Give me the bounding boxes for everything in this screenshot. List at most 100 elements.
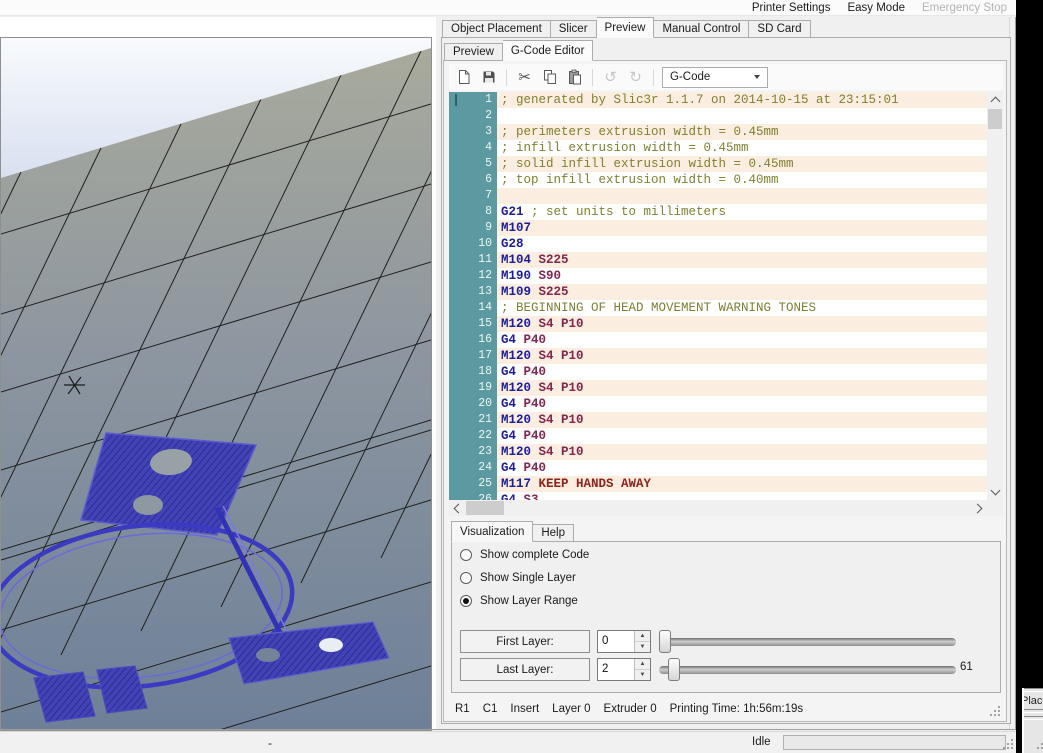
window-bottom-highlight	[0, 731, 1016, 732]
undo-button[interactable]: ↺	[599, 66, 622, 88]
first-layer-slider[interactable]	[659, 630, 956, 653]
background-window-edge	[1024, 716, 1043, 720]
background-window-fragment[interactable]: Place	[1022, 688, 1043, 753]
panel-resize-grip[interactable]	[989, 705, 1001, 717]
status-segment: C1	[483, 703, 498, 715]
first-layer-spin-buttons: ▲ ▼	[634, 631, 650, 652]
code-line-23[interactable]: 23M120 S4 P10	[449, 444, 987, 460]
spin-down-icon[interactable]: ▼	[635, 670, 650, 680]
code-line-7[interactable]: 7	[449, 188, 987, 204]
code-line-16[interactable]: 16G4 P40	[449, 332, 987, 348]
subtab-g-code-editor[interactable]: G-Code Editor	[503, 40, 594, 61]
first-layer-spinner[interactable]: 0 ▲ ▼	[597, 630, 651, 653]
editor-toolbar: ✂ ↺ ↻ G-Code	[449, 64, 1003, 90]
gcode-mode-select[interactable]: G-Code	[662, 67, 768, 88]
3d-viewport[interactable]	[0, 37, 432, 731]
code-line-13[interactable]: 13M109 S225	[449, 284, 987, 300]
line-number: 16	[449, 332, 497, 348]
tab-sd-card[interactable]: SD Card	[749, 20, 810, 38]
code-line-12[interactable]: 12M190 S90	[449, 268, 987, 284]
code-line-15[interactable]: 15M120 S4 P10	[449, 316, 987, 332]
save-button[interactable]	[477, 66, 500, 88]
line-number: 21	[449, 412, 497, 428]
subtab-preview[interactable]: Preview	[444, 43, 503, 61]
spin-down-icon[interactable]: ▼	[635, 642, 650, 652]
code-line-14[interactable]: 14; BEGINNING OF HEAD MOVEMENT WARNING T…	[449, 300, 987, 316]
first-layer-button[interactable]: First Layer:	[460, 630, 590, 653]
code-line-5[interactable]: 5; solid infill extrusion width = 0.45mm	[449, 156, 987, 172]
radio-option-show-layer-range[interactable]: Show Layer Range	[460, 595, 578, 607]
code-line-6[interactable]: 6; top infill extrusion width = 0.40mm	[449, 172, 987, 188]
code-line-26[interactable]: 26G4 S3	[449, 492, 987, 500]
status-bar-dash: -	[268, 736, 272, 750]
status-segment: Insert	[510, 703, 539, 715]
code-line-11[interactable]: 11M104 S225	[449, 252, 987, 268]
toolbar-separator	[592, 69, 593, 86]
scroll-right-button[interactable]	[971, 500, 987, 516]
code-text: ; perimeters extrusion width = 0.45mm	[497, 124, 987, 140]
scroll-up-button[interactable]	[987, 92, 1003, 108]
code-line-8[interactable]: 8G21 ; set units to millimeters	[449, 204, 987, 220]
tab-object-placement[interactable]: Object Placement	[442, 20, 551, 38]
menu-item-easy-mode[interactable]: Easy Mode	[847, 2, 905, 14]
code-text: G4 S3	[497, 492, 987, 500]
code-text: G21 ; set units to millimeters	[497, 204, 987, 220]
code-line-18[interactable]: 18G4 P40	[449, 364, 987, 380]
viztab-visualization[interactable]: Visualization	[451, 521, 533, 542]
code-line-25[interactable]: 25M117 KEEP HANDS AWAY	[449, 476, 987, 492]
code-line-4[interactable]: 4; infill extrusion width = 0.45mm	[449, 140, 987, 156]
last-layer-button[interactable]: Last Layer:	[460, 658, 590, 681]
code-line-24[interactable]: 24G4 P40	[449, 460, 987, 476]
line-number: 20	[449, 396, 497, 412]
new-file-button[interactable]	[452, 66, 475, 88]
horizontal-scrollbar[interactable]	[449, 500, 987, 516]
code-line-3[interactable]: 3; perimeters extrusion width = 0.45mm	[449, 124, 987, 140]
horizontal-scroll-thumb[interactable]	[466, 501, 504, 515]
last-layer-slider[interactable]	[659, 658, 956, 681]
radio-button[interactable]	[460, 572, 472, 584]
code-line-22[interactable]: 22G4 P40	[449, 428, 987, 444]
radio-button[interactable]	[460, 549, 472, 561]
code-line-10[interactable]: 10G28	[449, 236, 987, 252]
code-rows[interactable]: 1; generated by Slic3r 1.1.7 on 2014-10-…	[449, 92, 987, 500]
menu-item-printer-settings[interactable]: Printer Settings	[752, 2, 831, 14]
scroll-left-button[interactable]	[449, 500, 465, 516]
paste-button[interactable]	[563, 66, 586, 88]
vertical-scroll-thumb[interactable]	[988, 109, 1002, 129]
radio-option-show-single-layer[interactable]: Show Single Layer	[460, 572, 576, 584]
viztab-help[interactable]: Help	[533, 524, 574, 542]
cut-button[interactable]: ✂	[513, 66, 536, 88]
first-layer-label: First Layer:	[496, 636, 554, 648]
code-text: ; BEGINNING OF HEAD MOVEMENT WARNING TON…	[497, 300, 987, 316]
code-line-9[interactable]: 9M107	[449, 220, 987, 236]
code-line-20[interactable]: 20G4 P40	[449, 396, 987, 412]
code-line-17[interactable]: 17M120 S4 P10	[449, 348, 987, 364]
radio-option-show-complete-code[interactable]: Show complete Code	[460, 549, 589, 561]
code-line-19[interactable]: 19M120 S4 P10	[449, 380, 987, 396]
last-layer-slider-track[interactable]	[659, 666, 956, 674]
line-number: 18	[449, 364, 497, 380]
last-layer-label: Last Layer:	[497, 664, 554, 676]
code-line-1[interactable]: 1; generated by Slic3r 1.1.7 on 2014-10-…	[449, 92, 987, 108]
last-layer-slider-thumb[interactable]	[668, 658, 680, 681]
line-number: 24	[449, 460, 497, 476]
window-resize-grip[interactable]	[1002, 738, 1014, 750]
vertical-scrollbar[interactable]	[987, 92, 1003, 500]
radio-button[interactable]	[460, 595, 472, 607]
code-text: M107	[497, 220, 987, 236]
main-tab-strip: Object PlacementSlicerPreviewManual Cont…	[442, 17, 811, 38]
tab-manual-control[interactable]: Manual Control	[654, 20, 749, 38]
tab-slicer[interactable]: Slicer	[551, 20, 597, 38]
first-layer-slider-thumb[interactable]	[659, 630, 671, 653]
code-line-2[interactable]: 2	[449, 108, 987, 124]
spin-up-icon[interactable]: ▲	[635, 659, 650, 670]
spin-up-icon[interactable]: ▲	[635, 631, 650, 642]
scroll-down-button[interactable]	[987, 484, 1003, 500]
tab-preview[interactable]: Preview	[597, 17, 655, 38]
line-number: 11	[449, 252, 497, 268]
code-line-21[interactable]: 21M120 S4 P10	[449, 412, 987, 428]
last-layer-spinner[interactable]: 2 ▲ ▼	[597, 658, 651, 681]
redo-button[interactable]: ↻	[624, 66, 647, 88]
copy-button[interactable]	[538, 66, 561, 88]
first-layer-slider-track[interactable]	[659, 638, 956, 646]
